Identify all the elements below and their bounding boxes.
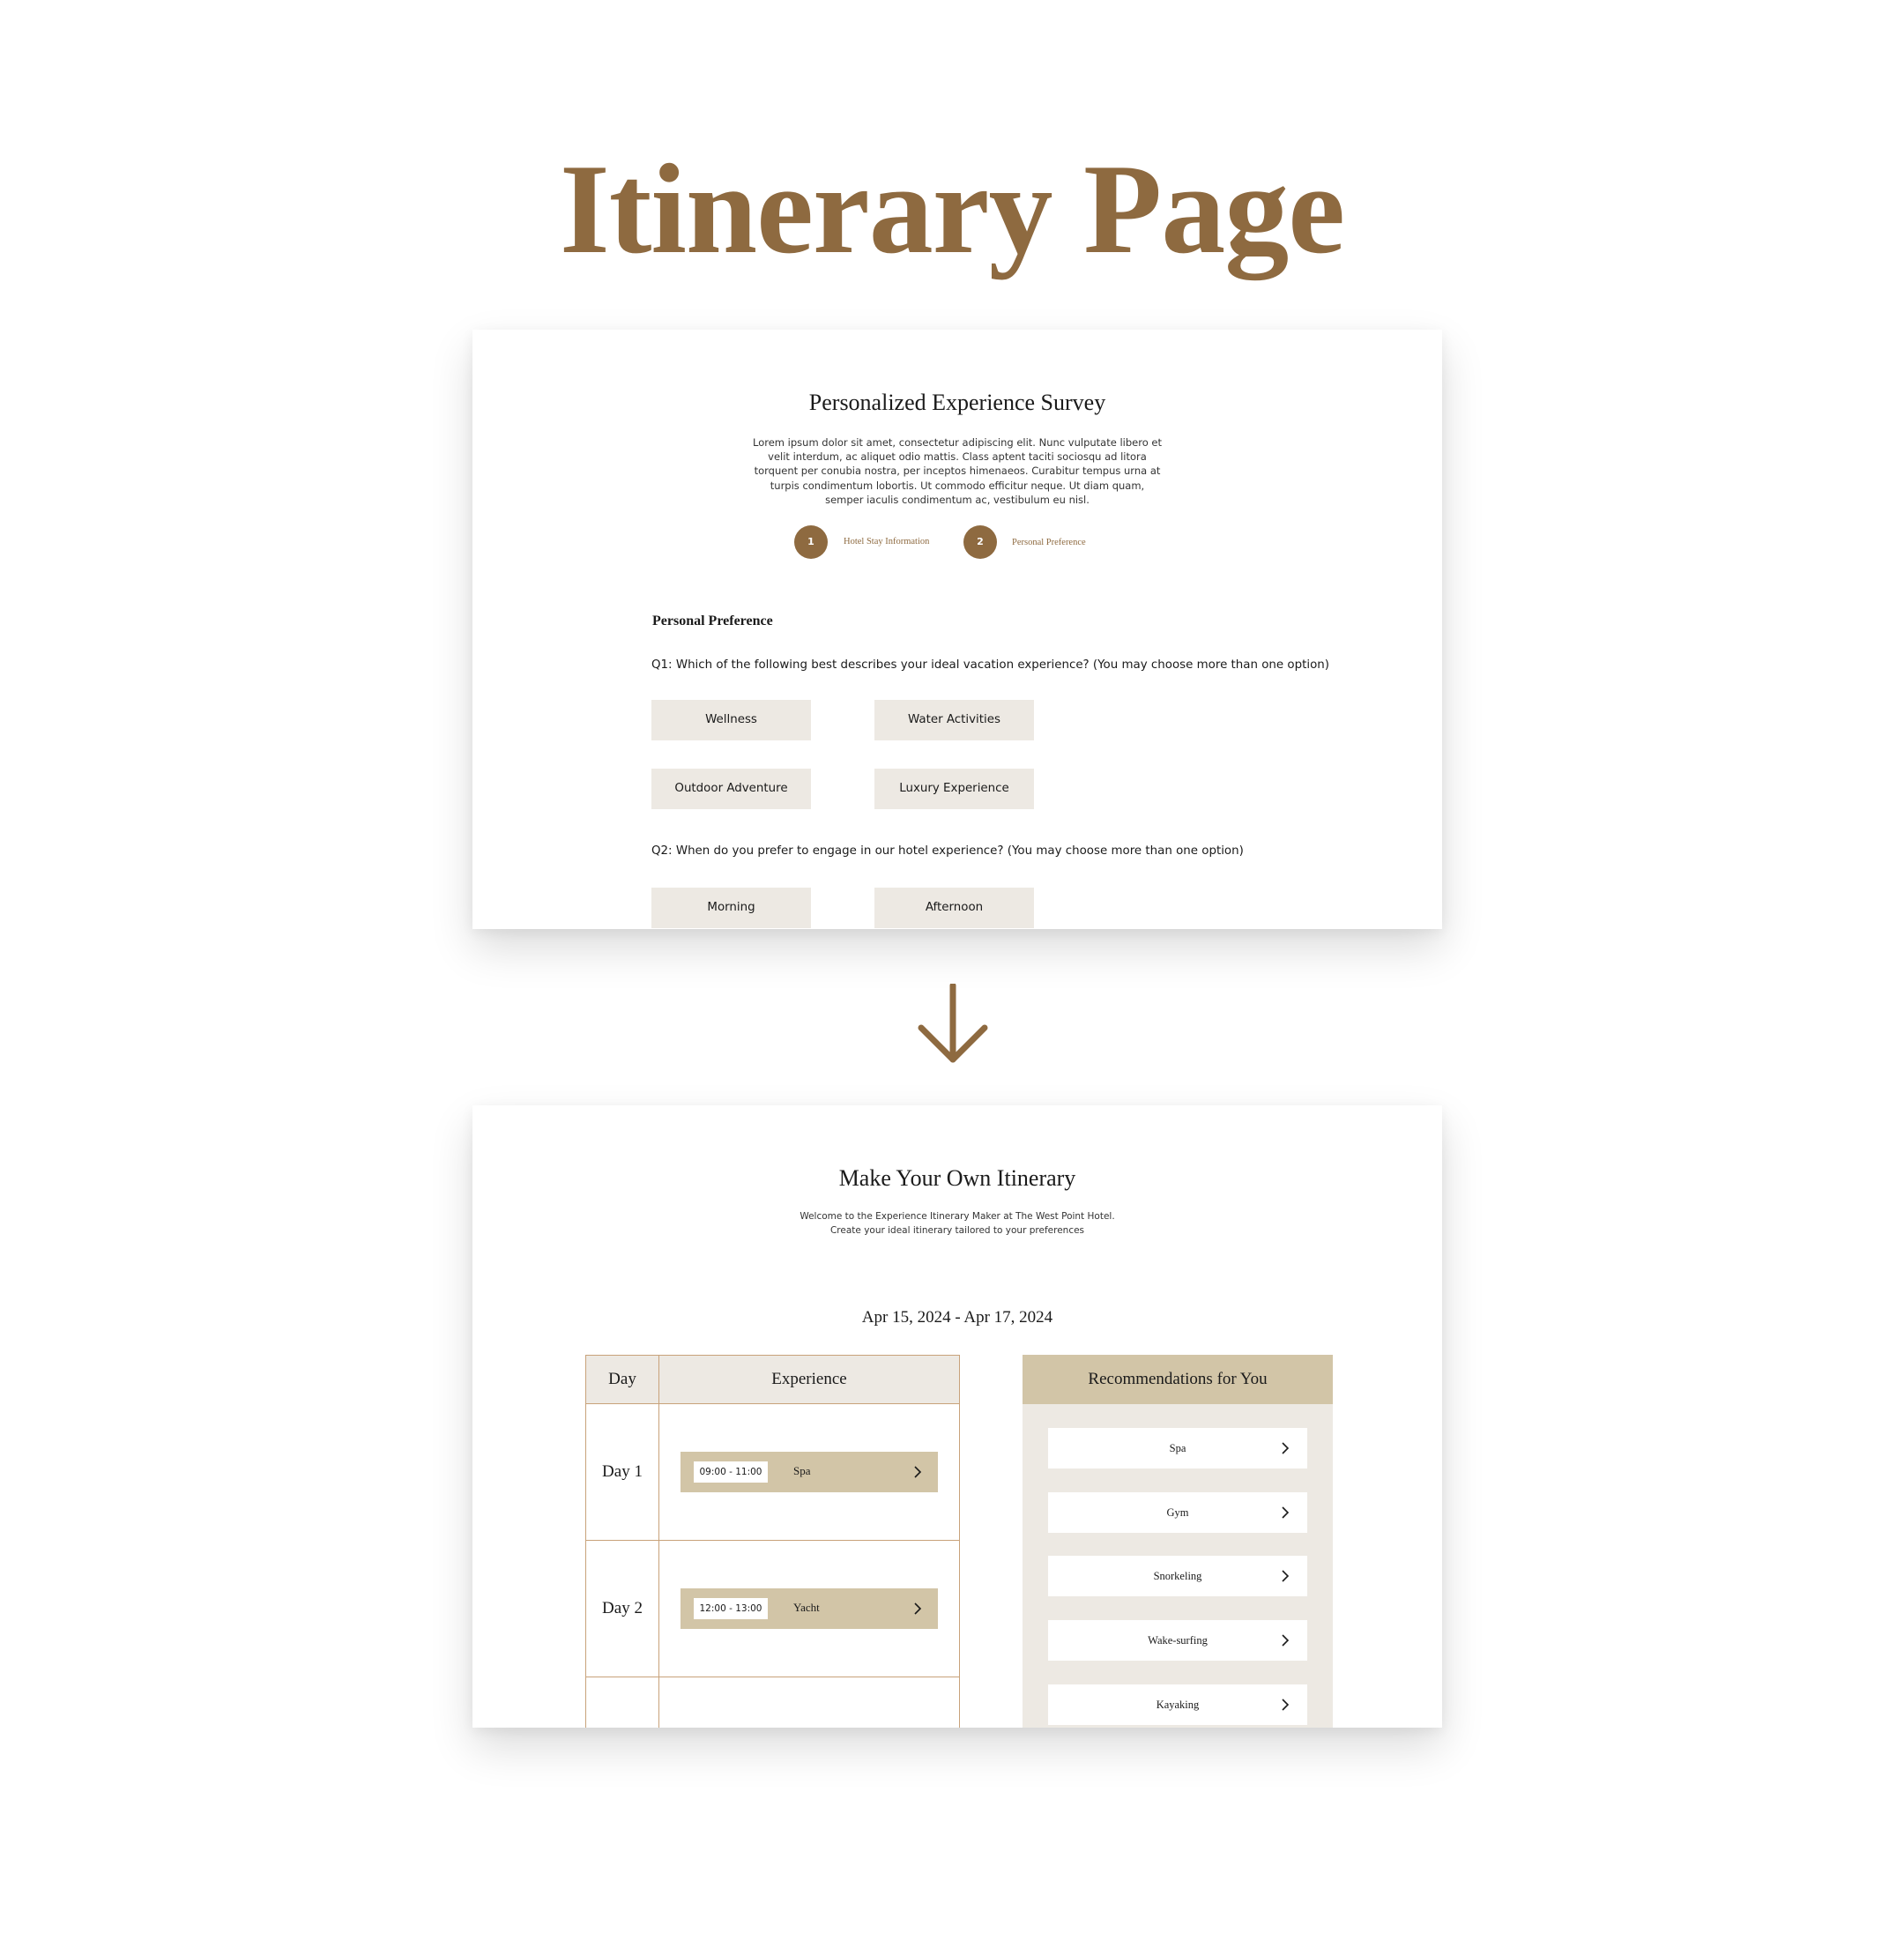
day-2-label: Day 2	[602, 1599, 643, 1617]
recommendations-title: Recommendations for You	[1023, 1355, 1333, 1404]
itinerary-intro-line-1: Welcome to the Experience Itinerary Make…	[800, 1211, 1115, 1222]
section-title: Personal Preference	[652, 613, 773, 628]
recommendation-kayaking[interactable]: Kayaking	[1048, 1684, 1307, 1725]
chevron-right-icon[interactable]	[911, 1602, 924, 1615]
date-range: Apr 15, 2024 - Apr 17, 2024	[861, 1308, 1053, 1327]
recommendation-label: Gym	[1166, 1506, 1189, 1519]
recommendation-wake-surfing[interactable]: Wake-surfing	[1048, 1620, 1307, 1661]
table-header-experience-label: Experience	[771, 1370, 847, 1388]
table-row-experience-3	[658, 1677, 960, 1728]
time-chip: 12:00 - 13:00	[694, 1598, 768, 1619]
recommendation-gym[interactable]: Gym	[1048, 1492, 1307, 1533]
option-luxury-experience[interactable]: Luxury Experience	[874, 769, 1034, 809]
arrow-down-icon	[918, 984, 988, 1063]
step-2-label[interactable]: Personal Preference	[1012, 537, 1086, 549]
itinerary-intro: Welcome to the Experience Itinerary Make…	[693, 1209, 1222, 1238]
table-header-experience: Experience	[658, 1355, 960, 1404]
option-water-activities[interactable]: Water Activities	[874, 700, 1034, 740]
page-title: Itinerary Page	[559, 138, 1345, 280]
itinerary-intro-line-2: Create your ideal itinerary tailored to …	[829, 1225, 1085, 1236]
survey-screen: Personalized Experience Survey Lorem ips…	[472, 330, 1442, 929]
experience-name: Spa	[793, 1464, 811, 1477]
step-1-label[interactable]: Hotel Stay Information	[844, 536, 929, 548]
recommendation-label: Kayaking	[1156, 1699, 1200, 1711]
recommendation-label: Spa	[1169, 1442, 1186, 1454]
table-row-day-3	[585, 1677, 659, 1728]
table-row-experience-2: 12:00 - 13:00 Yacht	[658, 1540, 960, 1677]
chevron-right-icon[interactable]	[1279, 1699, 1291, 1711]
recommendations-list: Spa Gym Snorkeling Wake-surfing Kayaking	[1023, 1404, 1333, 1728]
itinerary-table: Day Experience Day 1 09:00 - 11:00 Spa D…	[585, 1355, 961, 1728]
experience-item-yacht[interactable]: 12:00 - 13:00 Yacht	[681, 1588, 938, 1629]
recommendation-label: Snorkeling	[1153, 1570, 1202, 1582]
step-2-circle[interactable]: 2	[963, 525, 997, 559]
survey-title: Personalized Experience Survey	[808, 390, 1106, 415]
recommendation-spa[interactable]: Spa	[1048, 1428, 1307, 1468]
recommendation-label: Wake-surfing	[1148, 1634, 1208, 1647]
itinerary-title: Make Your Own Itinerary	[838, 1165, 1076, 1191]
recommendation-snorkeling[interactable]: Snorkeling	[1048, 1556, 1307, 1596]
option-outdoor-adventure[interactable]: Outdoor Adventure	[651, 769, 811, 809]
day-1-label: Day 1	[602, 1462, 643, 1481]
experience-name: Yacht	[793, 1601, 820, 1614]
table-header-day-label: Day	[608, 1370, 636, 1388]
survey-intro-text: Lorem ipsum dolor sit amet, consectetur …	[753, 436, 1162, 506]
chevron-right-icon[interactable]	[1279, 1634, 1291, 1647]
question-2: Q2: When do you prefer to engage in our …	[651, 844, 1244, 858]
experience-item-spa[interactable]: 09:00 - 11:00 Spa	[681, 1452, 938, 1492]
option-wellness[interactable]: Wellness	[651, 700, 811, 740]
chevron-right-icon[interactable]	[1279, 1506, 1291, 1519]
question-1: Q1: Which of the following best describe…	[651, 658, 1329, 672]
chevron-right-icon[interactable]	[911, 1466, 924, 1478]
table-row-day-1: Day 1	[585, 1403, 659, 1541]
option-afternoon[interactable]: Afternoon	[874, 888, 1034, 928]
itinerary-screen: Make Your Own Itinerary Welcome to the E…	[472, 1105, 1442, 1728]
time-chip: 09:00 - 11:00	[694, 1461, 768, 1483]
table-header-day: Day	[585, 1355, 659, 1404]
recommendations-panel: Recommendations for You Spa Gym Snorkeli…	[1023, 1355, 1333, 1728]
step-1-circle[interactable]: 1	[794, 525, 828, 559]
table-row-experience-1: 09:00 - 11:00 Spa	[658, 1403, 960, 1541]
option-morning[interactable]: Morning	[651, 888, 811, 928]
chevron-right-icon[interactable]	[1279, 1442, 1291, 1454]
table-row-day-2: Day 2	[585, 1540, 659, 1677]
chevron-right-icon[interactable]	[1279, 1570, 1291, 1582]
